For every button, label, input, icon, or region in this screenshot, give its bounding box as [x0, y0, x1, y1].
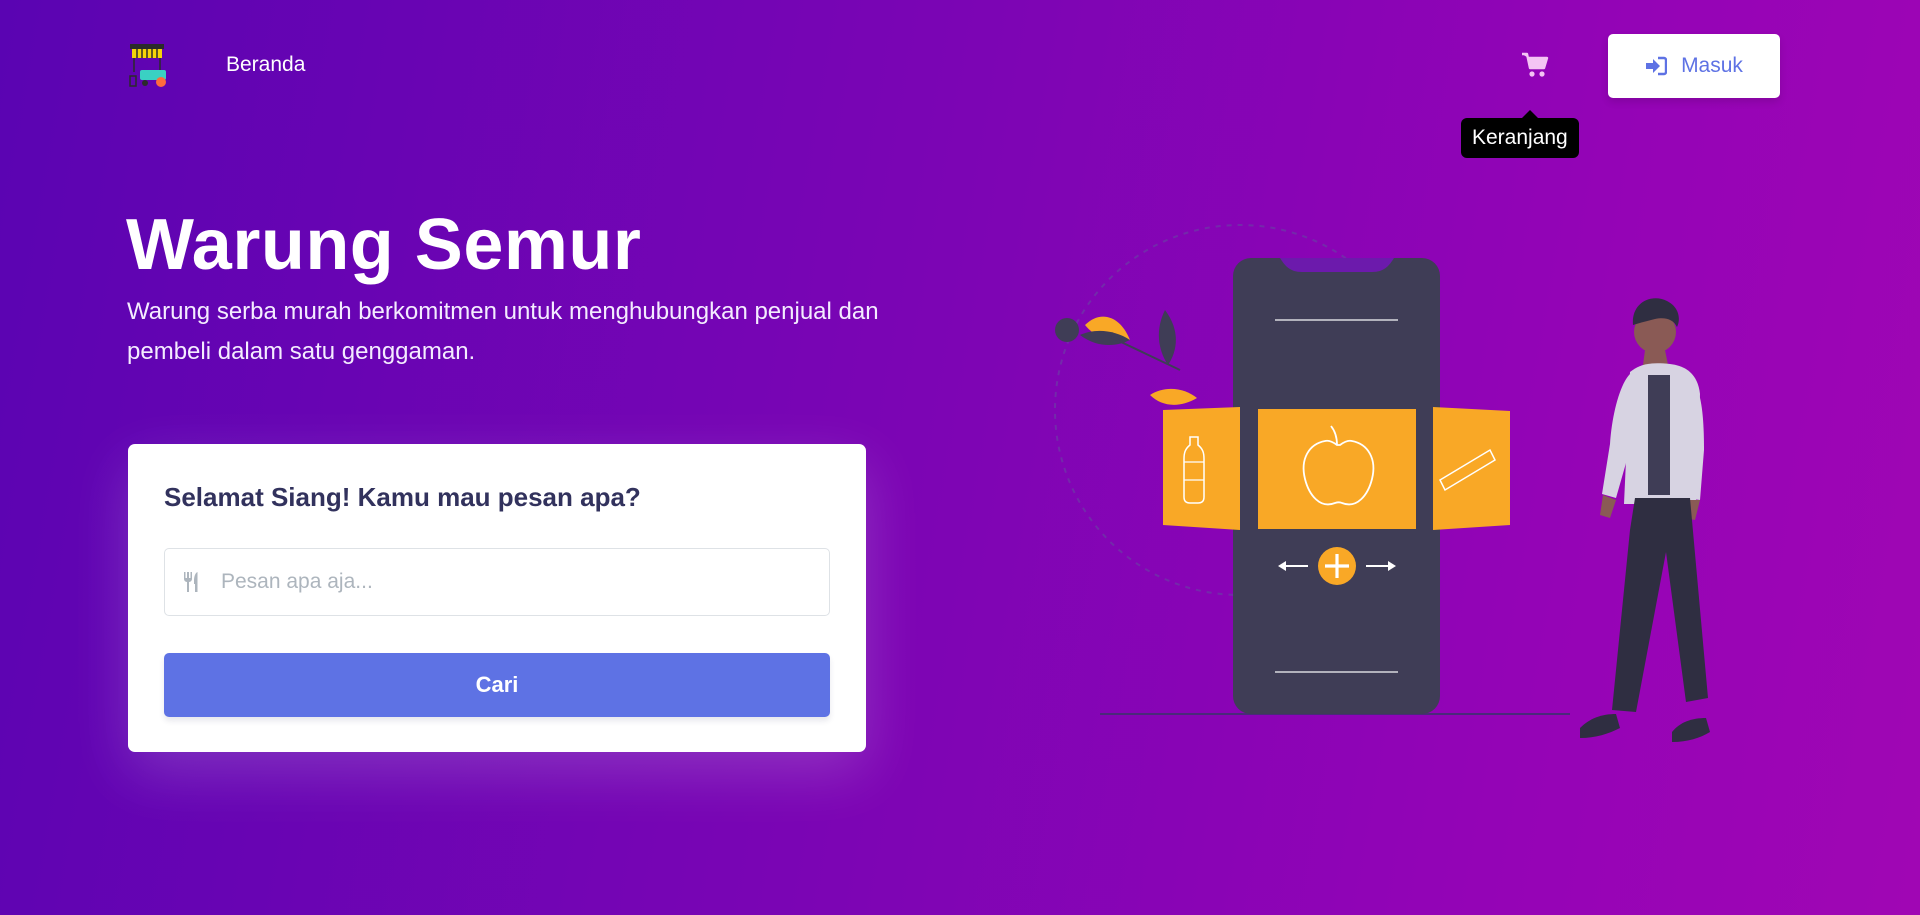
- search-card: Selamat Siang! Kamu mau pesan apa? Cari: [128, 444, 866, 752]
- shopping-cart-icon: [1522, 52, 1549, 77]
- search-input[interactable]: [219, 569, 829, 595]
- shopping-illustration: [1040, 200, 1740, 800]
- search-field[interactable]: [164, 548, 830, 616]
- login-button[interactable]: Masuk: [1608, 34, 1780, 98]
- greeting-text: Selamat Siang! Kamu mau pesan apa?: [164, 482, 641, 512]
- search-button[interactable]: Cari: [164, 653, 830, 717]
- login-button-label: Masuk: [1681, 54, 1743, 77]
- food-cart-logo-icon[interactable]: [126, 42, 174, 90]
- hero-title: Warung Semur: [126, 205, 642, 285]
- cart-button[interactable]: [1518, 48, 1552, 82]
- utensils-icon: [183, 571, 205, 593]
- nav-link-home[interactable]: Beranda: [226, 53, 305, 77]
- sign-in-icon: [1646, 56, 1668, 76]
- cart-tooltip: Keranjang: [1461, 110, 1579, 158]
- hero-subtitle: Warung serba murah berkomitmen untuk men…: [127, 298, 879, 365]
